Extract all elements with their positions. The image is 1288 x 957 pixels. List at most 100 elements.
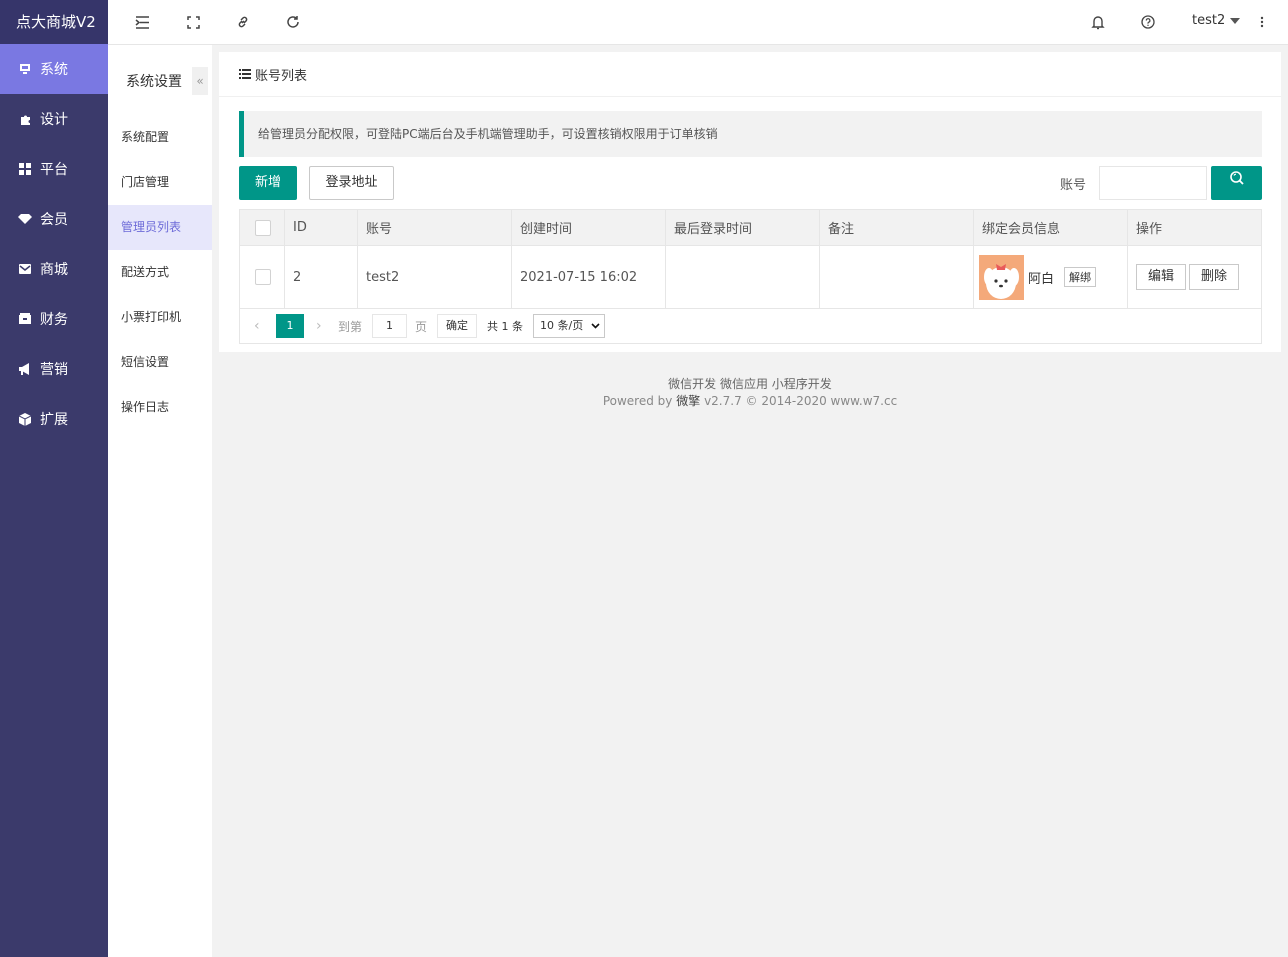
column-header: 最后登录时间 — [666, 210, 820, 245]
page-unit-label: 页 — [415, 319, 428, 334]
row-checkbox[interactable] — [255, 269, 271, 285]
sidebar-item-mall[interactable]: 商城 — [0, 244, 108, 294]
sidebar-item-member[interactable]: 会员 — [0, 194, 108, 244]
puzzle-icon — [18, 112, 32, 126]
select-all-checkbox[interactable] — [255, 219, 271, 236]
top-bar: test2 — [108, 0, 1288, 45]
bell-icon[interactable] — [1090, 14, 1106, 30]
mail-icon — [18, 262, 32, 276]
sidebar-item-label: 商城 — [40, 262, 68, 278]
link-icon[interactable] — [235, 14, 251, 30]
diamond-icon — [18, 212, 32, 226]
sidebar-item-marketing[interactable]: 营销 — [0, 344, 108, 394]
grid-icon — [18, 162, 32, 176]
cell-account: test2 — [358, 246, 512, 308]
sidebar-item-system[interactable]: 系统 — [0, 44, 108, 94]
sub-sidebar: 系统设置 « 系统配置 门店管理 管理员列表 配送方式 小票打印机 短信设置 操… — [108, 45, 212, 957]
sidebar-item-label: 营销 — [40, 362, 68, 378]
sidebar-item-label: 财务 — [40, 312, 68, 328]
sidebar-item-finance[interactable]: 财务 — [0, 294, 108, 344]
collapse-button[interactable]: « — [192, 67, 208, 95]
cell-id: 2 — [285, 246, 358, 308]
search-icon — [1229, 167, 1245, 199]
footer: 微信开发 微信应用 小程序开发 Powered by 微擎 v2.7.7 © 2… — [212, 376, 1288, 410]
admin-table: ID 账号 创建时间 最后登录时间 备注 绑定会员信息 操作 2 test2 2… — [239, 209, 1262, 309]
login-url-button[interactable]: 登录地址 — [309, 166, 394, 200]
megaphone-icon — [18, 362, 32, 376]
column-header: 备注 — [820, 210, 974, 245]
account-search-input[interactable] — [1099, 166, 1207, 200]
footer-links: 微信开发 微信应用 小程序开发 — [668, 377, 832, 391]
prev-page-icon[interactable]: ‹ — [254, 318, 266, 334]
edit-button[interactable]: 编辑 — [1136, 264, 1187, 290]
subnav-title: 系统设置 — [126, 74, 182, 90]
powered-by: Powered by — [602, 394, 673, 408]
cell-actions: 编辑 删除 — [1128, 246, 1261, 308]
footer-copyright: Powered by 微擎 v2.7.7 © 2014-2020 www.w7.… — [212, 393, 1288, 410]
sidebar-item-platform[interactable]: 平台 — [0, 144, 108, 194]
footer-version: v2.7.7 © 2014-2020 www.w7.cc — [704, 394, 898, 408]
fullscreen-icon[interactable] — [185, 14, 201, 30]
more-vertical-icon[interactable] — [1254, 14, 1270, 30]
sidebar-item-extension[interactable]: 扩展 — [0, 394, 108, 444]
unbind-button[interactable]: 解绑 — [1064, 267, 1097, 287]
goto-label: 到第 — [338, 319, 363, 334]
sidebar-item-label: 平台 — [40, 162, 68, 178]
cell-created: 2021-07-15 16:02 — [512, 246, 666, 308]
monitor-icon — [18, 62, 32, 76]
user-menu[interactable]: test2 — [1192, 13, 1241, 28]
menu-toggle-icon[interactable] — [134, 14, 150, 30]
goto-page-input[interactable]: 1 — [372, 314, 408, 338]
cube-icon — [18, 412, 32, 426]
subnav-item-store-management[interactable]: 门店管理 — [108, 160, 212, 205]
avatar — [979, 254, 1024, 300]
caret-down-icon — [1230, 17, 1241, 24]
goto-confirm-button[interactable]: 确定 — [437, 314, 478, 338]
cell-member: 阿白 解绑 — [974, 246, 1128, 308]
wallet-icon — [18, 312, 32, 326]
sidebar-item-label: 会员 — [40, 212, 68, 228]
column-header: 操作 — [1136, 222, 1163, 237]
sidebar-item-label: 扩展 — [40, 412, 68, 428]
total-count: 共 1 条 — [487, 320, 524, 333]
subnav-item-operation-log[interactable]: 操作日志 — [108, 385, 212, 430]
subnav-item-sms[interactable]: 短信设置 — [108, 340, 212, 385]
table-row: 2 test2 2021-07-15 16:02 阿白 解绑 编辑 删除 — [240, 246, 1261, 308]
column-header: 创建时间 — [512, 210, 666, 245]
brand-logo: 点大商城V2 — [0, 0, 108, 44]
pagination: ‹ 1 › 到第 1 页 确定 共 1 条 10 条/页 — [239, 309, 1262, 344]
chevron-down-icon — [591, 315, 600, 337]
cell-remark — [820, 246, 974, 308]
column-header: ID — [285, 210, 358, 245]
main-card: 账号列表 给管理员分配权限，可登陆PC端后台及手机端管理助手，可设置核销权限用于… — [219, 52, 1281, 352]
sidebar-item-design[interactable]: 设计 — [0, 94, 108, 144]
username: test2 — [1192, 13, 1226, 28]
page-size-select[interactable]: 10 条/页 — [533, 314, 606, 338]
delete-button[interactable]: 删除 — [1189, 264, 1240, 290]
subnav-item-admin-list[interactable]: 管理员列表 — [108, 205, 212, 250]
page-size-value: 10 条/页 — [540, 319, 584, 332]
next-page-icon[interactable]: › — [316, 318, 328, 334]
subnav-item-receipt-printer[interactable]: 小票打印机 — [108, 295, 212, 340]
add-button[interactable]: 新增 — [239, 166, 297, 200]
member-name: 阿白 — [1028, 271, 1055, 287]
sidebar-item-label: 系统 — [40, 62, 68, 78]
help-icon[interactable] — [1140, 14, 1156, 30]
card-header: 账号列表 — [219, 52, 1281, 97]
cell-last-login — [666, 246, 820, 308]
refresh-icon[interactable] — [285, 14, 301, 30]
footer-brand: 微擎 — [676, 394, 701, 408]
list-icon — [239, 69, 251, 79]
page-current[interactable]: 1 — [276, 314, 304, 338]
card-title: 账号列表 — [255, 68, 308, 84]
subnav-item-delivery[interactable]: 配送方式 — [108, 250, 212, 295]
column-header: 绑定会员信息 — [974, 210, 1128, 245]
main-sidebar: 点大商城V2 系统 设计 平台 会员 商城 财务 营销 扩展 — [0, 0, 108, 957]
search-button[interactable] — [1211, 166, 1262, 200]
column-header: 账号 — [358, 210, 512, 245]
search-label: 账号 — [1060, 178, 1087, 193]
subnav-item-system-config[interactable]: 系统配置 — [108, 115, 212, 160]
table-header-row: ID 账号 创建时间 最后登录时间 备注 绑定会员信息 操作 — [240, 210, 1261, 246]
sidebar-item-label: 设计 — [40, 112, 68, 128]
notice-box: 给管理员分配权限，可登陆PC端后台及手机端管理助手，可设置核销权限用于订单核销 — [239, 111, 1262, 157]
